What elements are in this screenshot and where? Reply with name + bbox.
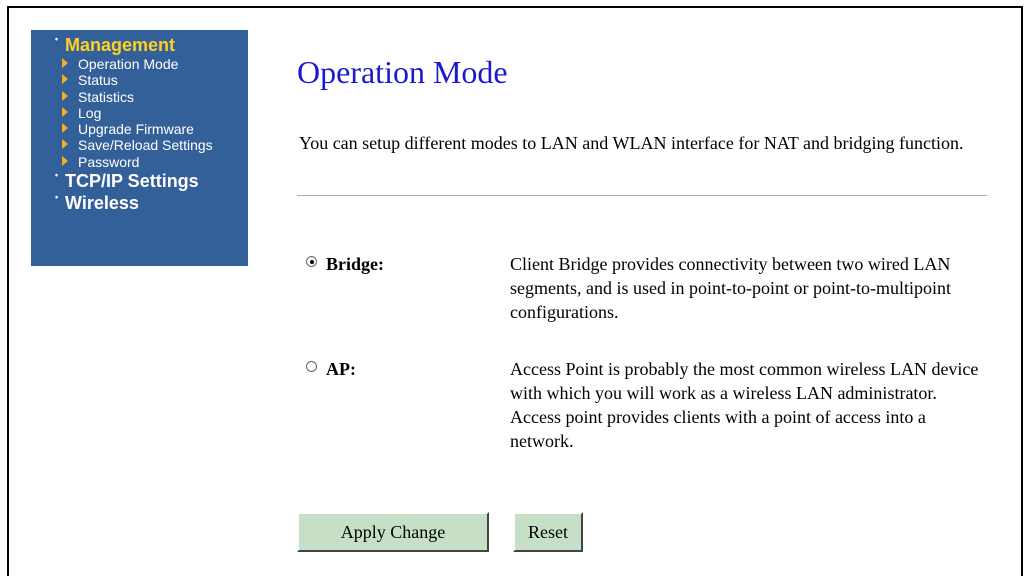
- divider: [297, 195, 987, 196]
- bridge-radio[interactable]: [306, 256, 317, 267]
- arrow-right-icon: [62, 155, 68, 166]
- arrow-right-icon: [62, 90, 68, 101]
- ap-description: Access Point is probably the most common…: [510, 359, 979, 451]
- sidebar-item-statistics[interactable]: Statistics: [31, 89, 248, 105]
- bridge-description: Client Bridge provides connectivity betw…: [510, 254, 951, 322]
- ap-radio[interactable]: [306, 361, 317, 372]
- sidebar-menu: • Management Operation Mode Status Stati…: [31, 30, 248, 266]
- sidebar-item-label: Password: [78, 153, 140, 170]
- sidebar-item-label: Save/Reload Settings: [78, 137, 213, 154]
- arrow-right-icon: [62, 58, 68, 68]
- sidebar-item-operation-mode[interactable]: Operation Mode: [31, 56, 248, 72]
- page-title: Operation Mode: [297, 54, 508, 90]
- bullet-icon: •: [55, 192, 59, 203]
- sidebar-section-management[interactable]: • Management: [31, 34, 248, 56]
- bridge-label[interactable]: Bridge:: [326, 252, 384, 276]
- sidebar-item-upgrade-firmware[interactable]: Upgrade Firmware: [31, 121, 248, 137]
- bullet-icon: •: [55, 34, 59, 44]
- arrow-right-icon: [62, 74, 68, 85]
- sidebar-item-password[interactable]: Password: [31, 154, 248, 170]
- sidebar-item-label: Operation Mode: [78, 56, 179, 72]
- sidebar-item-label: Log: [78, 104, 102, 121]
- sidebar-item-save-reload-settings[interactable]: Save/Reload Settings: [31, 137, 248, 153]
- sidebar-section-label: Wireless: [65, 193, 139, 214]
- reset-button[interactable]: Reset: [513, 512, 583, 552]
- sidebar-item-status[interactable]: Status: [31, 72, 248, 88]
- sidebar-section-label: Management: [65, 35, 176, 55]
- sidebar-section-label: TCP/IP Settings: [65, 171, 199, 192]
- sidebar-item-label: Status: [78, 72, 118, 89]
- sidebar-item-log[interactable]: Log: [31, 105, 248, 121]
- bullet-icon: •: [55, 170, 59, 181]
- management-submenu: Operation Mode Status Statistics Log Upg…: [31, 56, 248, 170]
- arrow-right-icon: [62, 139, 68, 150]
- sidebar-section-tcpip-settings[interactable]: • TCP/IP Settings: [31, 170, 248, 192]
- arrow-right-icon: [62, 123, 68, 134]
- apply-change-button[interactable]: Apply Change: [297, 512, 489, 552]
- page-description: You can setup different modes to LAN and…: [299, 133, 964, 153]
- sidebar-item-label: Statistics: [78, 88, 135, 105]
- ap-label[interactable]: AP:: [326, 357, 356, 381]
- arrow-right-icon: [62, 106, 68, 117]
- sidebar-section-wireless[interactable]: • Wireless: [31, 192, 248, 214]
- sidebar-item-label: Upgrade Firmware: [78, 121, 194, 138]
